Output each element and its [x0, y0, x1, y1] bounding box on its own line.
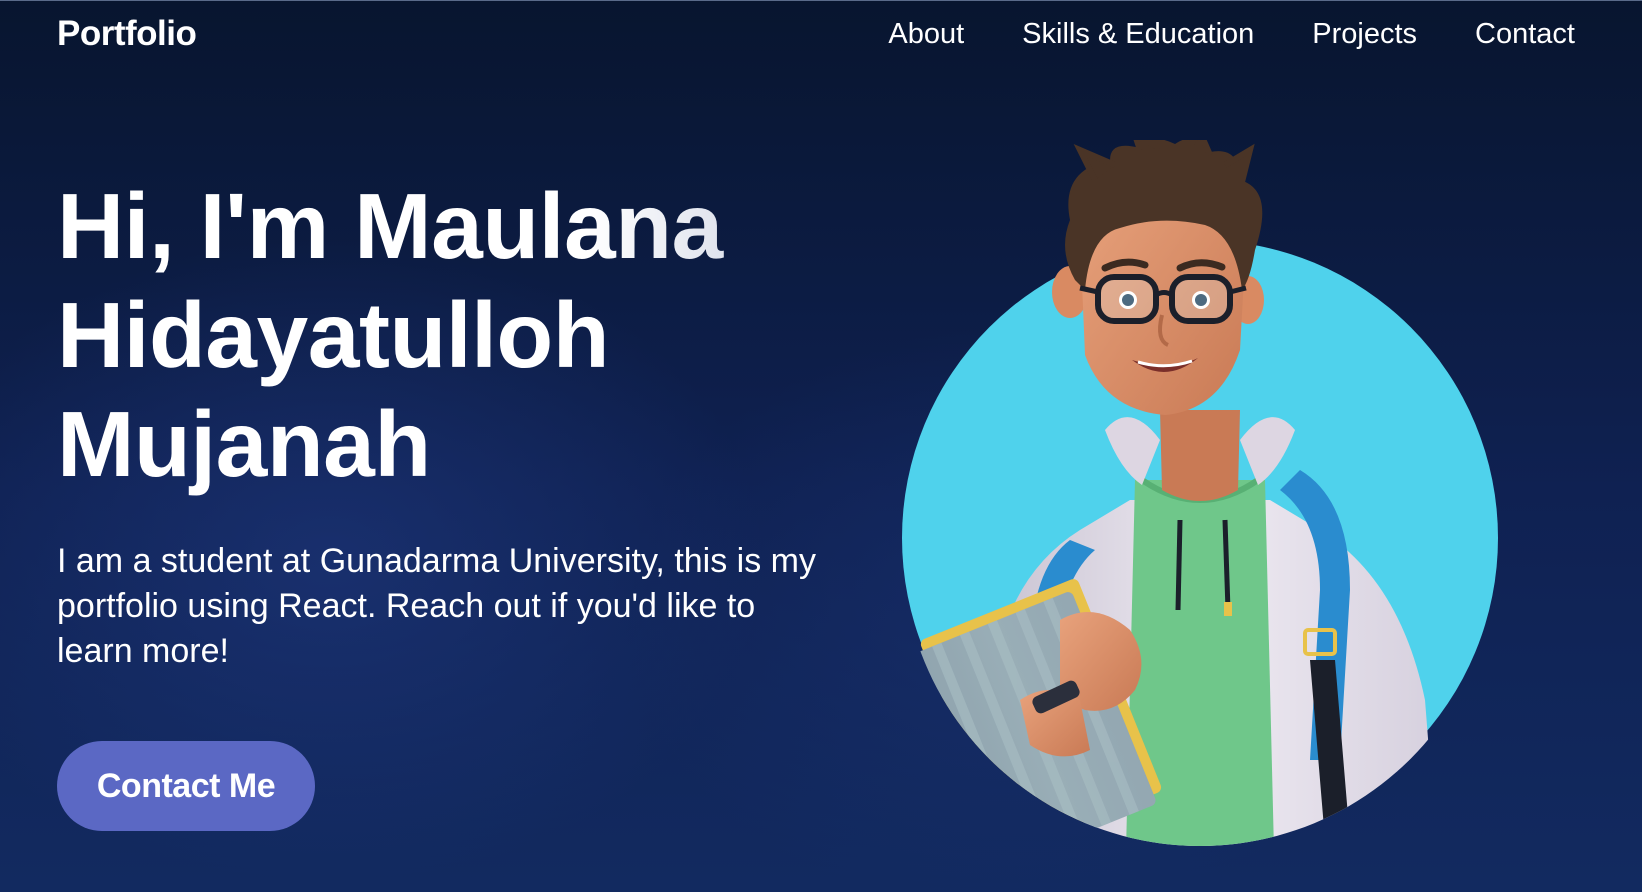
hero-title: Hi, I'm Maulana Hidayatulloh Mujanah [57, 172, 817, 499]
contact-me-button[interactable]: Contact Me [57, 741, 315, 831]
brand-logo[interactable]: Portfolio [57, 14, 197, 54]
green-shirt [1125, 480, 1275, 846]
hero-title-line: Hi, I'm Maulana [57, 172, 817, 281]
nav-link-projects[interactable]: Projects [1312, 18, 1417, 51]
hero-title-line: Mujanah [57, 392, 431, 496]
portfolio-page: Portfolio About Skills & Education Proje… [0, 0, 1642, 892]
nav-menu: About Skills & Education Projects Contac… [888, 18, 1575, 51]
nav-link-about[interactable]: About [888, 18, 964, 51]
hero-description: I am a student at Gunadarma University, … [57, 542, 816, 670]
student-avatar-illustration [880, 140, 1520, 892]
nav-link-skills-education[interactable]: Skills & Education [1022, 18, 1254, 51]
top-border [0, 0, 1642, 1]
nav-link-contact[interactable]: Contact [1475, 18, 1575, 51]
hero-title-line: Hidayatulloh [57, 283, 610, 387]
